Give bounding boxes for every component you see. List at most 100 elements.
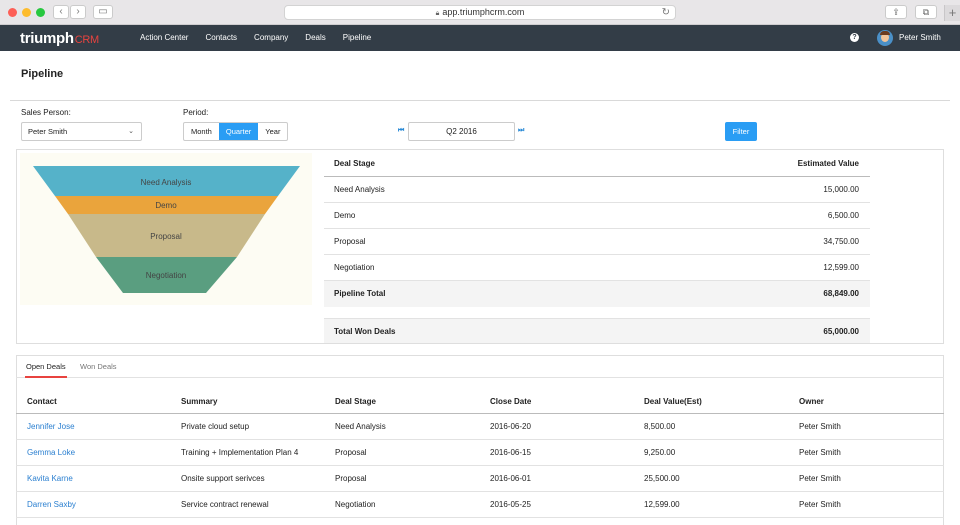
close-date: 2016-06-15 bbox=[490, 448, 531, 457]
deal-value: 25,500.00 bbox=[644, 474, 680, 483]
tab-open-deals[interactable]: Open Deals bbox=[25, 356, 67, 378]
logo-accent-text: CRM bbox=[74, 34, 99, 46]
deals-table-header: Contact Summary Deal Stage Close Date De… bbox=[16, 390, 944, 414]
stage-value: 34,750.00 bbox=[823, 237, 859, 246]
deal-owner: Peter Smith bbox=[799, 500, 841, 509]
filter-button[interactable]: Filter bbox=[725, 122, 757, 141]
funnel-svg: Need Analysis Demo Proposal Negotiation bbox=[33, 166, 300, 293]
funnel-chart: Need Analysis Demo Proposal Negotiation bbox=[20, 153, 312, 305]
contact-link[interactable]: Darren Saxby bbox=[27, 492, 76, 518]
forward-button[interactable]: › bbox=[70, 5, 86, 19]
funnel-label-demo: Demo bbox=[155, 201, 177, 210]
avatar[interactable] bbox=[877, 30, 893, 46]
header-deal-stage[interactable]: Deal Stage bbox=[335, 390, 376, 414]
maximize-window-button[interactable] bbox=[36, 8, 45, 17]
header-close-date[interactable]: Close Date bbox=[490, 390, 531, 414]
stage-name: Proposal bbox=[334, 237, 366, 246]
sales-person-select[interactable]: Peter Smith ⌄ bbox=[21, 122, 142, 141]
period-quarter-button[interactable]: Quarter bbox=[218, 123, 259, 140]
help-icon[interactable]: ? bbox=[850, 33, 859, 42]
share-icon: ⇪ bbox=[892, 7, 900, 17]
deal-summary: Onsite support serivces bbox=[181, 474, 265, 483]
close-date: 2016-06-01 bbox=[490, 474, 531, 483]
nav-deals[interactable]: Deals bbox=[305, 25, 325, 51]
table-row[interactable]: Darren Saxby Service contract renewal Ne… bbox=[16, 492, 944, 518]
previous-period-icon[interactable]: ⏮︎ bbox=[398, 127, 404, 135]
stage-value: 12,599.00 bbox=[823, 263, 859, 272]
funnel-label-negotiation: Negotiation bbox=[146, 271, 186, 280]
tab-won-deals[interactable]: Won Deals bbox=[80, 356, 117, 378]
chevron-left-icon: ‹ bbox=[59, 6, 63, 17]
stage-value-table: Deal Stage Estimated Value Need Analysis… bbox=[324, 151, 870, 307]
header-owner[interactable]: Owner bbox=[799, 390, 824, 414]
funnel-label-proposal: Proposal bbox=[150, 232, 182, 241]
header-contact[interactable]: Contact bbox=[27, 390, 57, 414]
sidebar-toggle-button[interactable]: ▭ bbox=[93, 5, 113, 19]
close-date: 2016-05-25 bbox=[490, 500, 531, 509]
contact-link[interactable]: Gemma Loke bbox=[27, 440, 75, 466]
sidebar-icon: ▭ bbox=[98, 6, 108, 17]
stage-value: 15,000.00 bbox=[823, 185, 859, 194]
deals-tabs: Open Deals Won Deals bbox=[16, 356, 944, 378]
close-date: 2016-06-20 bbox=[490, 422, 531, 431]
tabs-icon: ⧉ bbox=[922, 7, 930, 17]
header-deal-value[interactable]: Deal Value(Est) bbox=[644, 390, 702, 414]
nav-pipeline[interactable]: Pipeline bbox=[343, 25, 371, 51]
divider bbox=[10, 100, 950, 101]
tab-overview-button[interactable]: ⧉ bbox=[915, 5, 937, 19]
logo-main-text: triumph bbox=[20, 30, 74, 47]
chevron-down-icon: ⌄ bbox=[128, 128, 134, 135]
user-name[interactable]: Peter Smith bbox=[899, 25, 941, 51]
close-window-button[interactable] bbox=[8, 8, 17, 17]
deal-value: 8,500.00 bbox=[644, 422, 676, 431]
sales-person-value: Peter Smith bbox=[28, 127, 68, 136]
won-deals-row: Total Won Deals 65,000.00 bbox=[324, 318, 870, 343]
share-button[interactable]: ⇪ bbox=[885, 5, 907, 19]
deal-stage: Proposal bbox=[335, 474, 367, 483]
reload-icon[interactable]: ↻ bbox=[662, 6, 670, 19]
header-summary[interactable]: Summary bbox=[181, 390, 217, 414]
browser-toolbar: ‹ › ▭ 🔒︎ app.triumphcrm.com ↻ ⇪ ⧉ + bbox=[0, 0, 960, 25]
period-year-button[interactable]: Year bbox=[258, 123, 287, 140]
nav-contacts[interactable]: Contacts bbox=[205, 25, 237, 51]
minimize-window-button[interactable] bbox=[22, 8, 31, 17]
deal-summary: Training + Implementation Plan 4 bbox=[181, 448, 299, 457]
new-tab-button[interactable]: + bbox=[944, 5, 960, 21]
period-field[interactable]: Q2 2016 bbox=[408, 122, 515, 141]
deal-owner: Peter Smith bbox=[799, 422, 841, 431]
lock-icon: 🔒︎ bbox=[435, 10, 440, 17]
logo[interactable]: triumphCRM bbox=[20, 30, 99, 47]
pipeline-total-value: 68,849.00 bbox=[823, 289, 859, 298]
back-button[interactable]: ‹ bbox=[53, 5, 69, 19]
url-text: app.triumphcrm.com bbox=[442, 7, 525, 17]
stage-name: Negotiation bbox=[334, 263, 375, 272]
app-navbar: triumphCRM Action Center Contacts Compan… bbox=[0, 25, 960, 51]
deal-owner: Peter Smith bbox=[799, 474, 841, 483]
deal-stage: Need Analysis bbox=[335, 422, 386, 431]
nav-action-center[interactable]: Action Center bbox=[140, 25, 188, 51]
period-toggle: Month Quarter Year bbox=[183, 122, 289, 141]
period-month-button[interactable]: Month bbox=[184, 123, 219, 140]
deals-table-body: Jennifer Jose Private cloud setup Need A… bbox=[16, 414, 944, 518]
table-row[interactable]: Jennifer Jose Private cloud setup Need A… bbox=[16, 414, 944, 440]
address-bar[interactable]: 🔒︎ app.triumphcrm.com ↻ bbox=[284, 5, 676, 20]
contact-link[interactable]: Kavita Karne bbox=[27, 466, 73, 492]
funnel-label-need-analysis: Need Analysis bbox=[141, 178, 192, 187]
period-label: Period: bbox=[183, 108, 209, 117]
header-deal-stage: Deal Stage bbox=[334, 159, 375, 168]
stage-row: Proposal 34,750.00 bbox=[324, 229, 870, 255]
table-row[interactable]: Kavita Karne Onsite support serivces Pro… bbox=[16, 466, 944, 492]
contact-link[interactable]: Jennifer Jose bbox=[27, 414, 75, 440]
pipeline-total-label: Pipeline Total bbox=[334, 289, 386, 298]
deal-owner: Peter Smith bbox=[799, 448, 841, 457]
stage-value: 6,500.00 bbox=[827, 211, 859, 220]
deal-value: 12,599.00 bbox=[644, 500, 680, 509]
next-period-icon[interactable]: ⏭︎ bbox=[518, 127, 524, 135]
stage-row: Negotiation 12,599.00 bbox=[324, 255, 870, 281]
table-row[interactable]: Gemma Loke Training + Implementation Pla… bbox=[16, 440, 944, 466]
stage-name: Need Analysis bbox=[334, 185, 385, 194]
won-deals-label: Total Won Deals bbox=[334, 327, 396, 336]
pipeline-total-row: Pipeline Total 68,849.00 bbox=[324, 281, 870, 307]
nav-company[interactable]: Company bbox=[254, 25, 288, 51]
stage-table-header: Deal Stage Estimated Value bbox=[324, 151, 870, 177]
